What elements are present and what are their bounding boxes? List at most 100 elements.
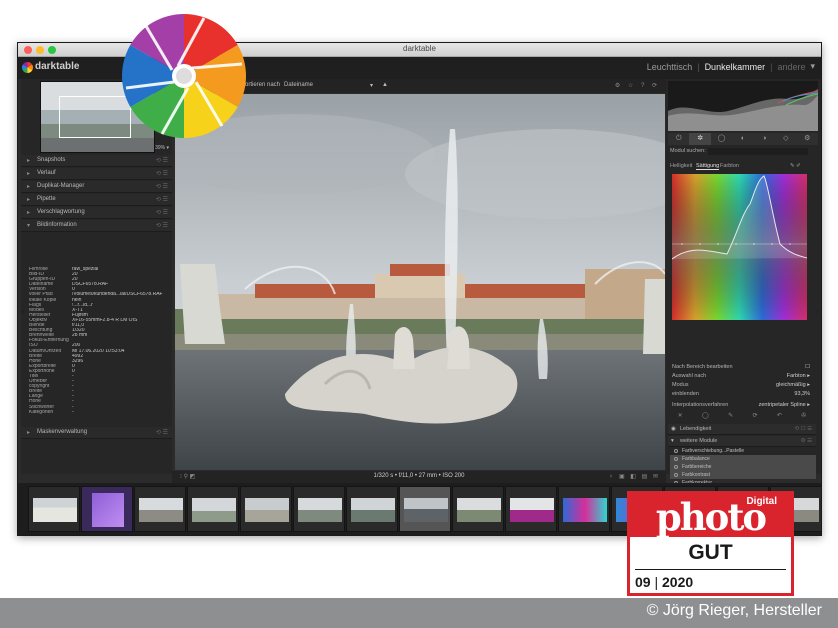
sort-by-select[interactable]: Dateiname bbox=[284, 82, 313, 88]
mix-row[interactable]: einblenden 93,3% bbox=[668, 390, 816, 398]
more-modules-item-label: Farbkontrast bbox=[682, 472, 711, 478]
module-duplicate-manager[interactable]: ▸ Duplikat-Manager ⟲ ☰ bbox=[21, 181, 172, 193]
left-panel-toggle-icon[interactable]: ◂ bbox=[20, 307, 26, 316]
module-snapshots[interactable]: ▸ Snapshots ⟲ ☰ bbox=[21, 155, 172, 167]
module-controls-icon[interactable]: ⟲ ☰ bbox=[156, 222, 168, 229]
more-modules-item[interactable]: Farbverschiebung...Pastelle bbox=[670, 447, 816, 455]
sort-dropdown-icon[interactable]: ▾ bbox=[370, 82, 373, 89]
module-label: Maskenverwaltung bbox=[37, 429, 88, 435]
right-panel: ⏻ ✲ ◯ ◐ ◑ ◇ ⚙ Modul suchen: Helligkeit S… bbox=[666, 79, 821, 510]
credit-footer: © Jörg Rieger, Hersteller bbox=[0, 598, 838, 628]
filmstrip-thumb[interactable] bbox=[28, 486, 80, 532]
module-controls-icon[interactable]: ⟲ ☰ bbox=[156, 157, 168, 164]
filmstrip-thumb[interactable] bbox=[505, 486, 557, 532]
filmstrip-thumb-selected[interactable] bbox=[399, 486, 451, 532]
interpolation-row[interactable]: Interpolationsverfahren zentripetaler Sp… bbox=[668, 401, 816, 409]
more-modules-item[interactable]: Farbkontrast bbox=[670, 471, 816, 479]
interpolation-label: Interpolationsverfahren bbox=[672, 402, 729, 408]
module-controls-icon[interactable]: ⟲ ☐ ☰ bbox=[794, 426, 812, 432]
filmstrip-thumb[interactable] bbox=[134, 486, 186, 532]
filmstrip-thumb[interactable] bbox=[187, 486, 239, 532]
right-panel-toggle-icon[interactable]: ▸ bbox=[815, 307, 821, 316]
expand-arrow-icon: ▸ bbox=[27, 171, 31, 177]
exif-summary: 1/320 s • f/11,0 • 27 mm • ISO 200 bbox=[373, 473, 465, 479]
filmstrip-thumb[interactable] bbox=[558, 486, 610, 532]
more-modules-item[interactable]: Farbbereiche bbox=[670, 463, 816, 471]
image-info-row: Kategorien - bbox=[29, 410, 169, 415]
darktable-aperture-logo-icon bbox=[121, 14, 247, 138]
sort-by-label: sortieren nach bbox=[242, 82, 281, 88]
module-label: Duplikat-Manager bbox=[37, 183, 85, 189]
bottom-right-tool-icons[interactable]: ♀ ▣ ◧ ▤ ✉ bbox=[609, 473, 660, 480]
mix-slider[interactable]: 93,3% bbox=[794, 391, 810, 397]
module-state-icon bbox=[674, 473, 678, 477]
module-controls-icon[interactable]: ⟲ ☰ bbox=[156, 183, 168, 190]
color-zones-graph[interactable] bbox=[672, 174, 807, 320]
rotate-icon[interactable]: ⟳ bbox=[752, 412, 757, 422]
tab-lightness[interactable]: Helligkeit bbox=[670, 163, 692, 169]
zoom-level[interactable]: 39% ▾ bbox=[155, 145, 169, 151]
module-label: Snapshots bbox=[37, 157, 66, 163]
select-by-combobox[interactable]: Farbton ▸ bbox=[787, 373, 810, 379]
circle-icon[interactable]: ◯ bbox=[702, 412, 709, 422]
module-controls-icon[interactable]: ⟲ ☰ bbox=[156, 209, 168, 216]
expand-arrow-icon: ▸ bbox=[27, 184, 31, 190]
filmstrip-thumb[interactable] bbox=[240, 486, 292, 532]
pencil-icon[interactable]: ✎ bbox=[728, 412, 733, 422]
correct-tab-icon[interactable]: ◇ bbox=[775, 133, 796, 145]
reset-icon[interactable]: ✕ bbox=[678, 412, 683, 422]
module-controls-icon[interactable]: ⟲ ☰ bbox=[156, 170, 168, 177]
view-other[interactable]: andere bbox=[777, 62, 805, 72]
module-controls-icon[interactable]: ⟲ ☰ bbox=[156, 429, 168, 436]
module-controls-icon[interactable]: ⟲ ☰ bbox=[156, 196, 168, 203]
tone-tab-icon[interactable]: ◐ bbox=[732, 133, 753, 145]
edit-by-area-row[interactable]: Nach Bereich bearbeiten ☐ bbox=[668, 363, 816, 371]
picker-icons[interactable]: ✎ ✐ bbox=[790, 163, 801, 169]
active-modules-tab-icon[interactable]: ⏻ bbox=[668, 133, 689, 145]
mode-combobox[interactable]: gleichmäßig ▸ bbox=[776, 382, 810, 388]
app-name: darktable bbox=[35, 61, 80, 72]
screenshot-canvas: darktable darktable Leuchttisch | Dunkel… bbox=[0, 0, 838, 628]
interpolation-combobox[interactable]: zentripetaler Spline ▸ bbox=[759, 402, 810, 408]
filmstrip-thumb[interactable] bbox=[452, 486, 504, 532]
sort-order-icon[interactable]: ▲ bbox=[382, 82, 388, 88]
view-darkroom[interactable]: Dunkelkammer bbox=[705, 62, 766, 72]
basic-tab-icon[interactable]: ◯ bbox=[711, 133, 732, 145]
view-lighttable[interactable]: Leuchttisch bbox=[647, 62, 693, 72]
views-dropdown-icon[interactable]: ▾ bbox=[810, 61, 815, 72]
module-mask-manager[interactable]: ▸ Maskenverwaltung ⟲ ☰ bbox=[21, 427, 172, 439]
module-tagging[interactable]: ▸ Verschlagwortung ⟲ ☰ bbox=[21, 207, 172, 219]
module-label: Verschlagwortung bbox=[37, 209, 85, 215]
collapse-arrow-icon[interactable]: ▾ bbox=[671, 438, 674, 444]
edit-by-area-label: Nach Bereich bearbeiten bbox=[672, 364, 733, 370]
module-color-picker[interactable]: ▸ Pipette ⟲ ☰ bbox=[21, 194, 172, 206]
more-modules-item[interactable]: Farbbalance bbox=[670, 455, 816, 463]
select-by-row[interactable]: Auswahl nach Farbton ▸ bbox=[668, 372, 816, 380]
toolbar-icons[interactable]: ⚙ ☆ ? ⟳ bbox=[615, 82, 660, 89]
effects-tab-icon[interactable]: ⚙ bbox=[797, 133, 818, 145]
color-zones-tabs: Helligkeit Sättigung Farbton ✎ ✐ bbox=[668, 162, 818, 172]
edit-by-area-checkbox[interactable]: ☐ bbox=[805, 364, 810, 370]
histogram[interactable] bbox=[668, 81, 818, 131]
expand-arrow-icon: ▸ bbox=[27, 210, 31, 216]
color-tab-icon[interactable]: ◑ bbox=[754, 133, 775, 145]
filmstrip-thumb[interactable] bbox=[346, 486, 398, 532]
module-history[interactable]: ▸ Verlauf ⟲ ☰ bbox=[21, 168, 172, 180]
mode-row[interactable]: Modus gleichmäßig ▸ bbox=[668, 381, 816, 389]
power-icon[interactable]: ◉ bbox=[671, 426, 676, 432]
presets-icon[interactable]: ✇ bbox=[801, 412, 806, 422]
tab-saturation[interactable]: Sättigung bbox=[696, 163, 720, 170]
filmstrip-thumb[interactable] bbox=[293, 486, 345, 532]
module-label: Pipette bbox=[37, 196, 56, 202]
module-controls-icon[interactable]: ⚙ ☰ bbox=[801, 438, 812, 444]
module-vibrance[interactable]: ◉ Lebendigkeit ⟲ ☐ ☰ bbox=[668, 424, 816, 435]
undo-icon[interactable]: ↶ bbox=[777, 412, 782, 422]
module-more-modules[interactable]: ▾ weitere Module ⚙ ☰ bbox=[668, 436, 816, 447]
favorites-tab-icon[interactable]: ✲ bbox=[689, 133, 711, 145]
main-photo-canvas[interactable] bbox=[175, 94, 665, 470]
view-separator: | bbox=[697, 61, 700, 72]
tab-hue[interactable]: Farbton bbox=[720, 163, 739, 169]
filmstrip-thumb[interactable] bbox=[81, 486, 133, 532]
module-search-input[interactable] bbox=[708, 148, 808, 155]
module-image-information[interactable]: ▾ Bildinformation ⟲ ☰ bbox=[21, 220, 172, 232]
